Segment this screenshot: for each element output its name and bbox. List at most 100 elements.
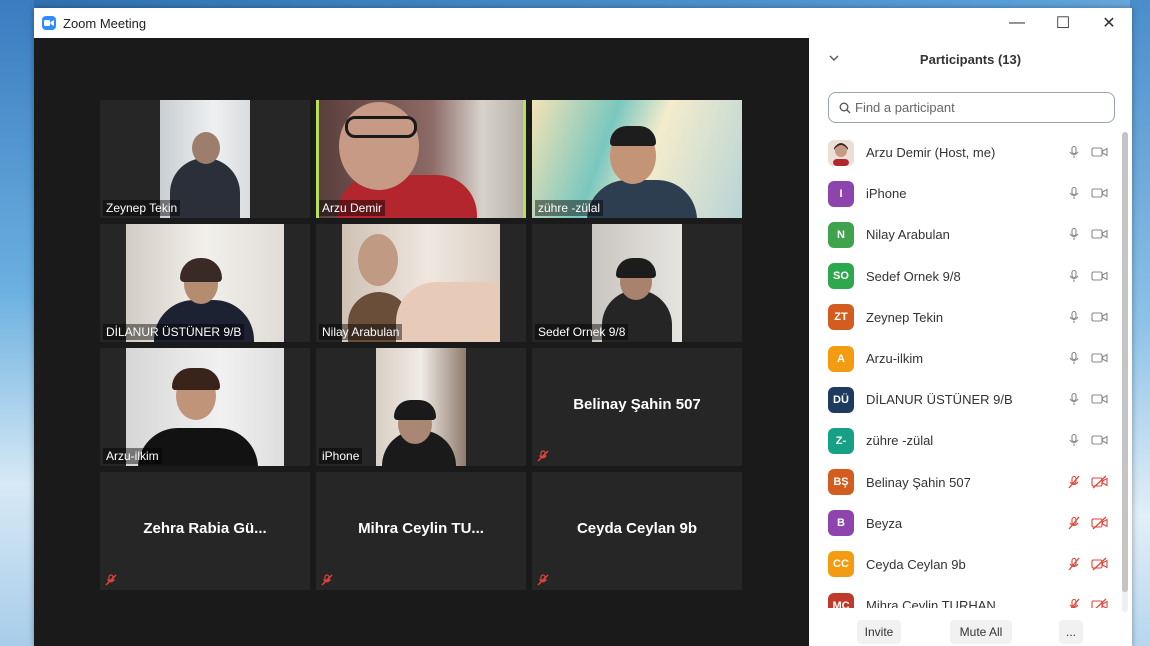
participant-name: DİLANUR ÜSTÜNER 9/B (866, 392, 1013, 408)
scrollbar-thumb[interactable] (1122, 132, 1128, 592)
participant-row[interactable]: CC Ceyda Ceylan 9b (809, 544, 1121, 585)
participant-name-tag: zühre -zülal (535, 200, 604, 216)
participant-row[interactable]: DÜ DİLANUR ÜSTÜNER 9/B (809, 379, 1121, 420)
video-tile-no-video[interactable]: Belinay Şahin 507 (532, 348, 742, 466)
participant-row[interactable]: ZT Zeynep Tekin (809, 297, 1121, 338)
microphone-icon[interactable] (1067, 392, 1081, 406)
microphone-icon[interactable] (1067, 186, 1081, 200)
participant-name: Belinay Şahin 507 (573, 396, 701, 413)
microphone-muted-icon[interactable] (1067, 475, 1081, 489)
participant-row[interactable]: B Beyza (809, 503, 1121, 544)
video-tile[interactable]: zühre -zülal (532, 100, 742, 218)
video-tile-no-video[interactable]: Mihra Ceylin TU... (316, 472, 526, 590)
desktop-background-right (1130, 0, 1150, 646)
participants-scrollbar[interactable] (1122, 132, 1128, 612)
camera-icon[interactable] (1091, 269, 1108, 283)
camera-icon[interactable] (1091, 392, 1108, 406)
participant-name: Zehra Rabia Gü... (143, 520, 267, 537)
avatar: MC (828, 592, 854, 608)
participants-panel-header: Participants (13) (809, 38, 1132, 80)
video-tile-no-video[interactable]: Zehra Rabia Gü... (100, 472, 310, 590)
camera-icon[interactable] (1091, 227, 1108, 241)
participant-row[interactable]: N Nilay Arabulan (809, 214, 1121, 255)
camera-icon[interactable] (1091, 351, 1108, 365)
avatar: N (828, 221, 854, 248)
participant-row[interactable]: Z-zühre -zülal (809, 420, 1121, 461)
close-button[interactable]: ✕ (1086, 8, 1132, 38)
avatar: DÜ (828, 386, 854, 413)
camera-off-icon[interactable] (1091, 598, 1108, 608)
more-options-button[interactable]: ... (1059, 620, 1083, 644)
participant-name: Ceyda Ceylan 9b (866, 556, 966, 572)
invite-button[interactable]: Invite (857, 620, 901, 644)
microphone-icon[interactable] (1067, 145, 1081, 159)
mute-all-button[interactable]: Mute All (950, 620, 1012, 644)
participant-name: iPhone (866, 186, 907, 202)
participant-name-tag: Sedef Ornek 9/8 (535, 324, 629, 340)
microphone-icon[interactable] (1067, 351, 1081, 365)
participant-name: Zeynep Tekin (866, 309, 944, 325)
mic-muted-icon (105, 574, 117, 586)
avatar: CC (828, 551, 854, 578)
participant-name: Sedef Ornek 9/8 (866, 268, 961, 284)
video-tile[interactable]: Sedef Ornek 9/8 (532, 224, 742, 342)
participant-video (376, 348, 466, 466)
video-tile[interactable]: DİLANUR ÜSTÜNER 9/B (100, 224, 310, 342)
camera-icon[interactable] (1091, 433, 1108, 447)
microphone-icon[interactable] (1067, 310, 1081, 324)
participant-name-tag: DİLANUR ÜSTÜNER 9/B (103, 324, 245, 340)
participant-name: Arzu-ilkim (866, 351, 924, 367)
camera-icon[interactable] (1091, 145, 1108, 159)
microphone-icon[interactable] (1067, 269, 1081, 283)
avatar: A (828, 345, 854, 372)
participant-search[interactable] (828, 92, 1115, 123)
microphone-icon[interactable] (1067, 227, 1081, 241)
window-title: Zoom Meeting (63, 15, 147, 31)
video-tile[interactable]: Arzu-ilkim (100, 348, 310, 466)
participant-name: zühre -zülal (866, 433, 934, 449)
participants-panel: Participants (13) Arzu Demir (Host, me) I… (809, 38, 1132, 646)
participant-name-tag: iPhone (319, 448, 363, 464)
participant-row[interactable]: IiPhone (809, 173, 1121, 214)
camera-off-icon[interactable] (1091, 475, 1108, 489)
microphone-icon[interactable] (1067, 433, 1081, 447)
minimize-button[interactable]: — (994, 8, 1040, 38)
zoom-logo-icon (42, 16, 56, 30)
video-tile-no-video[interactable]: Ceyda Ceylan 9b (532, 472, 742, 590)
participant-row[interactable]: MC Mihra Ceylin TURHAN (809, 585, 1121, 608)
search-icon (839, 102, 851, 113)
video-tile[interactable]: Nilay Arabulan (316, 224, 526, 342)
avatar: B (828, 510, 854, 537)
camera-off-icon[interactable] (1091, 516, 1108, 530)
avatar: I (828, 180, 854, 207)
participant-row[interactable]: Arzu Demir (Host, me) (809, 132, 1121, 173)
participants-title: Participants (13) (919, 52, 1022, 67)
participant-name: Arzu Demir (Host, me) (866, 145, 996, 161)
title-bar: Zoom Meeting — ☐ ✕ (34, 8, 1132, 38)
avatar: SO (828, 263, 854, 290)
participant-name: Beyza (866, 515, 903, 531)
camera-icon[interactable] (1091, 186, 1108, 200)
avatar (828, 139, 854, 166)
video-tile-active-speaker[interactable]: Arzu Demir (316, 100, 526, 218)
participant-row[interactable]: A Arzu-ilkim (809, 338, 1121, 379)
video-tile[interactable]: iPhone (316, 348, 526, 466)
microphone-muted-icon[interactable] (1067, 598, 1081, 608)
gallery-view: Zeynep Tekin Arzu Demir zühre -zülal DİL… (34, 38, 809, 646)
zoom-window: Zoom Meeting — ☐ ✕ Zeynep Tekin Arzu Dem… (34, 8, 1132, 646)
microphone-muted-icon[interactable] (1067, 557, 1081, 571)
participant-row[interactable]: BŞ Belinay Şahin 507 (809, 462, 1121, 503)
window-controls: — ☐ ✕ (994, 8, 1132, 38)
avatar: BŞ (828, 469, 854, 496)
microphone-muted-icon[interactable] (1067, 516, 1081, 530)
camera-icon[interactable] (1091, 310, 1108, 324)
participants-list: Arzu Demir (Host, me) IiPhone N Nilay Arabu… (809, 132, 1121, 608)
maximize-button[interactable]: ☐ (1040, 8, 1086, 38)
search-input[interactable] (855, 100, 1105, 115)
camera-off-icon[interactable] (1091, 557, 1108, 571)
participant-row[interactable]: SO Sedef Ornek 9/8 (809, 256, 1121, 297)
mic-muted-icon (537, 574, 549, 586)
participants-footer: Invite Mute All ... (809, 616, 1132, 646)
video-tile[interactable]: Zeynep Tekin (100, 100, 310, 218)
mic-muted-icon (321, 574, 333, 586)
